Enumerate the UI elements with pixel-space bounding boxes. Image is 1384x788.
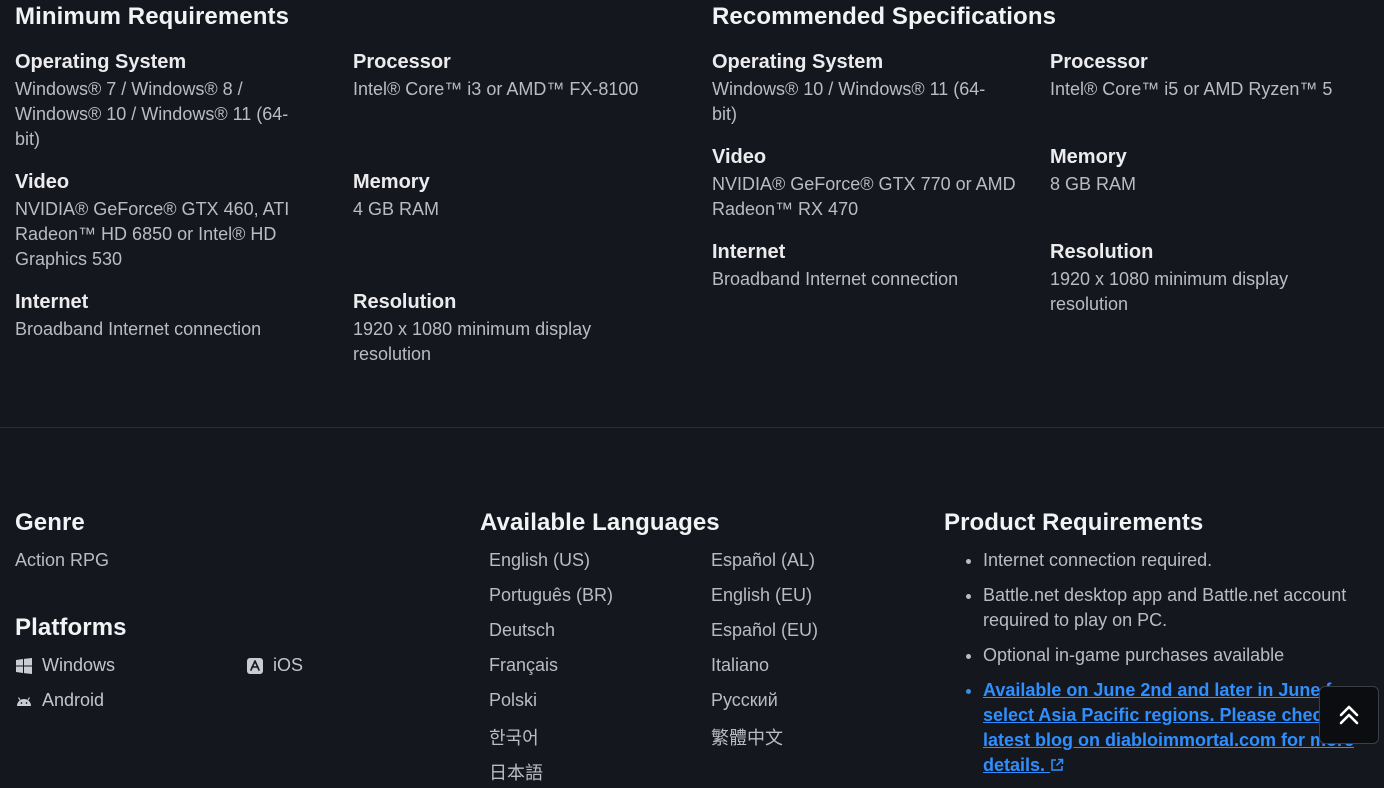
spec-value: 4 GB RAM: [353, 199, 440, 219]
double-chevron-up-icon: [1339, 705, 1359, 725]
spec-value: Windows® 7 / Windows® 8 / Windows® 10 / …: [15, 79, 289, 149]
spec-value: Broadband Internet connection: [712, 269, 959, 289]
language-item: Português (BR): [489, 585, 614, 605]
spec-label: Memory: [353, 171, 430, 193]
spec-label: Internet: [712, 241, 786, 263]
list-item: Internet connection required.: [983, 548, 1373, 573]
spec-label: Video: [15, 171, 70, 193]
min-processor-spec: Processor Intel® Core™ i3 or AMD™ FX-810…: [353, 51, 653, 102]
app-store-icon: [247, 657, 263, 674]
scroll-to-top-button[interactable]: [1319, 686, 1379, 744]
windows-icon: [16, 657, 32, 674]
spec-value: 8 GB RAM: [1050, 174, 1137, 194]
platform-label: Windows: [42, 655, 116, 675]
rec-resolution-spec: Resolution 1920 x 1080 minimum display r…: [1050, 241, 1320, 317]
platform-windows: Windows: [15, 655, 115, 676]
list-item: Optional in-game purchases available: [983, 643, 1373, 668]
availability-blog-link[interactable]: Available on June 2nd and later in June …: [983, 680, 1365, 775]
android-icon: [17, 696, 31, 706]
min-video-spec: Video NVIDIA® GeForce® GTX 460, ATI Rade…: [15, 171, 305, 272]
link-text: Available on June 2nd and later in June …: [983, 680, 1365, 775]
platforms-heading: Platforms: [15, 614, 127, 641]
language-item: Deutsch: [489, 620, 556, 640]
language-item: Français: [489, 655, 559, 675]
spec-value: NVIDIA® GeForce® GTX 770 or AMD Radeon™ …: [712, 174, 1016, 219]
language-item: Español (AL): [711, 550, 816, 570]
section-divider: [0, 427, 1384, 428]
spec-value: Intel® Core™ i5 or AMD Ryzen™ 5: [1050, 79, 1333, 99]
min-resolution-spec: Resolution 1920 x 1080 minimum display r…: [353, 291, 623, 367]
platform-android: Android: [15, 690, 104, 711]
min-os-spec: Operating System Windows® 7 / Windows® 8…: [15, 51, 305, 152]
language-item: Italiano: [711, 655, 770, 675]
rec-memory-spec: Memory 8 GB RAM: [1050, 146, 1350, 197]
spec-value: NVIDIA® GeForce® GTX 460, ATI Radeon™ HD…: [15, 199, 290, 269]
rec-processor-spec: Processor Intel® Core™ i5 or AMD Ryzen™ …: [1050, 51, 1360, 102]
spec-label: Internet: [15, 291, 89, 313]
spec-label: Processor: [1050, 51, 1148, 73]
genre-heading: Genre: [15, 509, 85, 536]
language-item: 日本語: [489, 763, 543, 783]
spec-value: 1920 x 1080 minimum display resolution: [353, 319, 592, 364]
rec-internet-spec: Internet Broadband Internet connection: [712, 241, 1012, 292]
language-item: 繁體中文: [711, 728, 783, 748]
language-item: Русский: [711, 690, 778, 710]
language-item: Español (EU): [711, 620, 819, 640]
spec-label: Processor: [353, 51, 451, 73]
spec-label: Resolution: [1050, 241, 1154, 263]
platform-label: Android: [42, 690, 105, 710]
language-item: Polski: [489, 690, 538, 710]
language-item: 한국어: [489, 728, 539, 748]
available-languages-heading: Available Languages: [480, 509, 720, 536]
rec-os-spec: Operating System Windows® 10 / Windows® …: [712, 51, 1002, 127]
spec-value: Intel® Core™ i3 or AMD™ FX-8100: [353, 79, 639, 99]
product-requirements-list: Internet connection required. Battle.net…: [944, 548, 1373, 788]
genre-value: Action RPG: [15, 550, 110, 570]
list-item: Battle.net desktop app and Battle.net ac…: [983, 583, 1373, 633]
platform-ios: iOS: [246, 655, 303, 676]
product-requirements-heading: Product Requirements: [944, 509, 1204, 536]
list-item: Available on June 2nd and later in June …: [983, 678, 1373, 778]
minimum-requirements-heading: Minimum Requirements: [15, 3, 290, 30]
platform-label: iOS: [273, 655, 304, 675]
rec-video-spec: Video NVIDIA® GeForce® GTX 770 or AMD Ra…: [712, 146, 1022, 222]
recommended-specifications-heading: Recommended Specifications: [712, 3, 1057, 30]
min-internet-spec: Internet Broadband Internet connection: [15, 291, 315, 342]
spec-label: Operating System: [712, 51, 884, 73]
external-link-icon: [1051, 758, 1064, 771]
language-item: English (US): [489, 550, 591, 570]
min-memory-spec: Memory 4 GB RAM: [353, 171, 653, 222]
language-item: English (EU): [711, 585, 813, 605]
spec-label: Video: [712, 146, 767, 168]
spec-label: Resolution: [353, 291, 457, 313]
spec-value: Broadband Internet connection: [15, 319, 262, 339]
spec-label: Operating System: [15, 51, 187, 73]
spec-label: Memory: [1050, 146, 1127, 168]
spec-value: 1920 x 1080 minimum display resolution: [1050, 269, 1289, 314]
spec-value: Windows® 10 / Windows® 11 (64-bit): [712, 79, 986, 124]
